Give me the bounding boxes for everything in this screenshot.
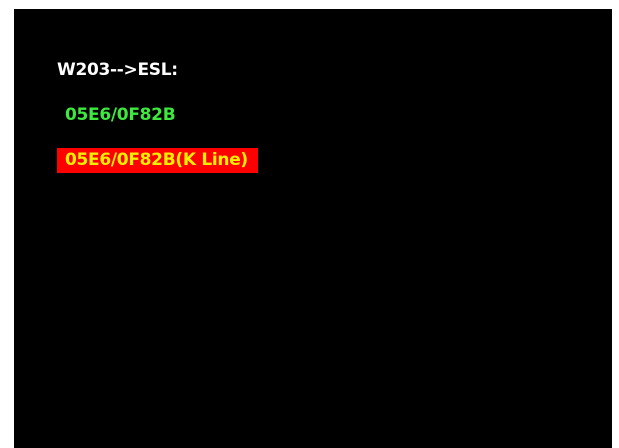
menu-item-05e6-0f82b-k-line-selected[interactable]: 05E6/0F82B(K Line) xyxy=(57,148,258,173)
screen-title: W203-->ESL: xyxy=(57,60,178,80)
diagnostic-screen: W203-->ESL: 05E6/0F82B 05E6/0F82B(K Line… xyxy=(14,9,612,448)
device-frame: W203-->ESL: 05E6/0F82B 05E6/0F82B(K Line… xyxy=(0,0,619,448)
menu-item-05e6-0f82b[interactable]: 05E6/0F82B xyxy=(65,104,176,126)
